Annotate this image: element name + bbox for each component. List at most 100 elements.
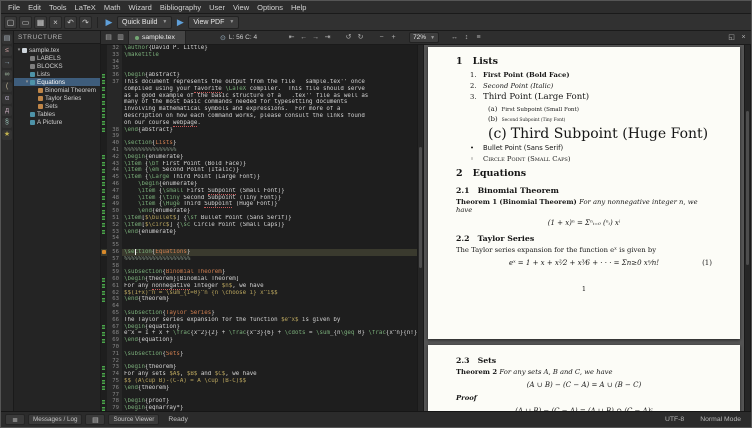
symbols-special-icon[interactable]: § [2,118,12,128]
tree-item-taylor-series[interactable]: Taylor Series [14,94,100,102]
quick-build-run-button[interactable]: ▶ [103,16,115,29]
symbols-relation-icon[interactable]: ≤ [2,46,12,56]
code-line[interactable]: 34 [101,59,417,66]
code-line[interactable]: 33\maketitle [101,52,417,59]
code-line[interactable]: 65\subsection{Taylor Series} [101,310,417,317]
view-pdf-run-button[interactable]: ▶ [174,16,186,29]
fit-page-icon[interactable]: ↕ [461,32,472,43]
code-line[interactable]: 48 \item {\tiny Second Subpoint (Tiny Fo… [101,195,417,202]
next-page-icon[interactable]: → [310,32,321,43]
continuous-mode-icon[interactable]: ≡ [473,32,484,43]
new-file-icon[interactable]: ▢ [4,16,17,29]
tree-item-labels[interactable]: LABELS [14,54,100,62]
close-file-icon[interactable]: × [49,16,62,29]
tree-item-sample-tex[interactable]: ▾sample.tex [14,46,100,54]
code-line[interactable]: 64 [101,303,417,310]
code-line[interactable]: 72 [101,358,417,365]
log-panel-icon[interactable]: ≣ [5,414,25,425]
open-file-icon[interactable]: ▭ [19,16,32,29]
code-line[interactable]: 36\begin{abstract} [101,72,417,79]
pdf-viewer[interactable]: 1Lists1.First Point (Bold Face)2.Second … [424,45,744,411]
tree-item-lists[interactable]: Lists [14,70,100,78]
menu-view[interactable]: View [229,2,253,13]
code-line[interactable]: 51\item[$\bullet$] {\sf Bullet Point (Sa… [101,215,417,222]
save-icon[interactable]: ▦ [34,16,47,29]
close-viewer-icon[interactable]: × [738,32,749,43]
menu-math[interactable]: Math [100,2,125,13]
menu-user[interactable]: User [205,2,229,13]
code-line[interactable]: 60\begin{theorem}[Binomial Theorem] [101,276,417,283]
code-line[interactable]: 67\begin{equation} [101,324,417,331]
code-line[interactable]: 57%%%%%%%%%%%%%%%%%%% [101,256,417,263]
source-viewer-button[interactable]: Source Viewer [108,414,159,425]
rotate-right-icon[interactable]: ↻ [355,32,366,43]
symbols-cyrillic-icon[interactable]: д [2,106,12,116]
last-page-icon[interactable]: ⇥ [322,32,333,43]
undo-icon[interactable]: ↶ [64,16,77,29]
menu-help[interactable]: Help [287,2,310,13]
code-line[interactable]: 66The Taylor series expansion for the fu… [101,317,417,324]
pdf-scrollbar[interactable] [744,45,751,411]
tree-item-binomial-theorem[interactable]: Binomial Theorem [14,86,100,94]
fit-width-icon[interactable]: ↔ [449,32,460,43]
code-line[interactable]: 45\item {\Large Third Point (Large Font)… [101,174,417,181]
menu-bibliography[interactable]: Bibliography [156,2,205,13]
menu-latex[interactable]: LaTeX [71,2,100,13]
rotate-left-icon[interactable]: ↺ [343,32,354,43]
code-line[interactable]: 47 \item {\small First Subpoint (Small F… [101,188,417,195]
symbols-greek-icon[interactable]: α [2,94,12,104]
detach-viewer-icon[interactable]: ◱ [726,32,737,43]
code-line[interactable]: 44\item {\em Second Point (Italic)} [101,167,417,174]
code-line[interactable]: 52\item[$\circ$] {\sc Circle Point (Smal… [101,222,417,229]
code-line[interactable]: 49 \item {\Huge Third Subpoint (Huge Fon… [101,201,417,208]
code-line[interactable]: 74For any sets $A$, $B$ and $C$, we have [101,371,417,378]
code-line[interactable]: 46 \begin{enumerate} [101,181,417,188]
code-line[interactable]: compiled using your favorite \LaTeX comp… [101,86,417,93]
code-line[interactable]: 41%%%%%%%%%%%%%%% [101,147,417,154]
zoom-select[interactable]: 72% ▼ [409,32,439,43]
code-line[interactable]: 54 [101,235,417,242]
zoom-in-icon[interactable]: + [388,32,399,43]
symbols-arrow-icon[interactable]: → [2,58,12,68]
menu-options[interactable]: Options [253,2,287,13]
code-line[interactable]: 53\end{enumerate} [101,229,417,236]
code-line[interactable]: 68e^x = 1 + x + \frac{x^2}{2} + \frac{x^… [101,330,417,337]
code-line[interactable]: 78\begin{proof} [101,398,417,405]
tree-item-equations[interactable]: ▾Equations [14,78,100,86]
code-line[interactable]: 76\end{theorem} [101,385,417,392]
quick-build-select[interactable]: Quick Build ▼ [117,16,172,29]
code-line[interactable]: 39 [101,133,417,140]
code-line[interactable]: many of the most basic commands needed f… [101,99,417,106]
code-line[interactable]: as a good example of the basic structure… [101,93,417,100]
preview-panel-icon[interactable]: ▤ [85,414,105,425]
bookmarks-icon[interactable]: ▥ [115,32,126,43]
code-line[interactable]: 63\end{theorem} [101,296,417,303]
code-line[interactable]: 71\subsection{Sets} [101,351,417,358]
editor-scrollbar-thumb[interactable] [419,147,422,268]
code-line[interactable]: 70 [101,344,417,351]
previous-page-icon[interactable]: ← [298,32,309,43]
tab-sample-tex[interactable]: sample.tex [128,31,186,44]
messages-log-button[interactable]: Messages / Log [28,414,82,425]
symbols-misc-icon[interactable]: ∞ [2,70,12,80]
code-line[interactable]: 32\author{David P. Little} [101,45,417,52]
tree-item-sets[interactable]: Sets [14,102,100,110]
redo-icon[interactable]: ↷ [79,16,92,29]
zoom-out-icon[interactable]: − [376,32,387,43]
code-line[interactable]: 56\section{Equations} [101,249,417,256]
code-line[interactable]: 75$$ (A\cup B)-(C-A) = A \cup (B-C)$$ [101,378,417,385]
editor[interactable]: 32\author{David P. Little}33\maketitle34… [101,45,417,411]
menu-file[interactable]: File [4,2,24,13]
code-line[interactable]: 73\begin{theorem} [101,364,417,371]
document-list-icon[interactable]: ▤ [103,32,114,43]
view-pdf-select[interactable]: View PDF ▼ [188,16,239,29]
menu-edit[interactable]: Edit [24,2,45,13]
code-line[interactable]: 77 [101,392,417,399]
tree-item-tables[interactable]: Tables [14,110,100,118]
code-line[interactable]: 79\begin{eqnarray*} [101,405,417,411]
structure-panel-icon[interactable]: ▤ [2,34,12,44]
code-line[interactable]: 38\end{abstract} [101,127,417,134]
tree-item-blocks[interactable]: BLOCKS [14,62,100,70]
code-line[interactable]: on our course webpage. [101,120,417,127]
symbols-delimiter-icon[interactable]: ( [2,82,12,92]
